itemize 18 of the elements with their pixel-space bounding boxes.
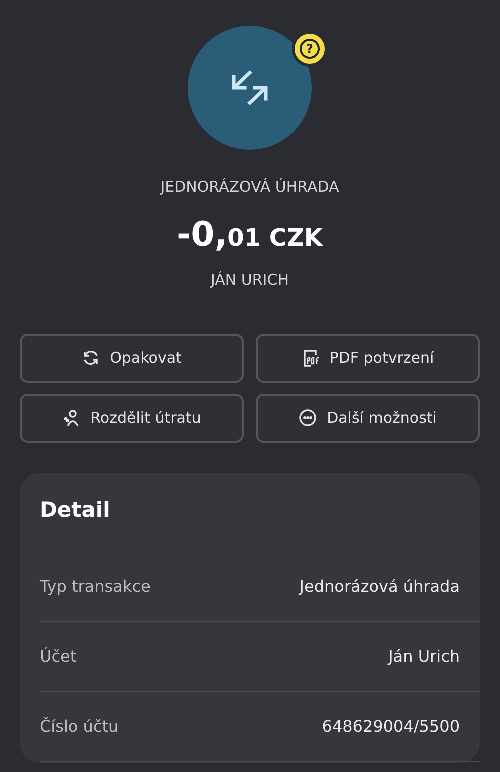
more-options-button[interactable]: Další možnosti <box>256 394 480 443</box>
split-expense-button[interactable]: Rozdělit útratu <box>20 394 244 443</box>
pdf-confirmation-button[interactable]: PDF potvrzení <box>256 334 480 383</box>
detail-title: Detail <box>40 496 112 524</box>
detail-label: Účet <box>40 646 77 668</box>
transfer-arrows-icon <box>230 70 270 106</box>
detail-value: 648629004/5500 <box>322 716 460 738</box>
detail-label: Typ transakce <box>40 576 151 598</box>
amount-text: -0,01 CZK <box>176 214 324 256</box>
help-badge[interactable]: ? <box>292 31 328 67</box>
repeat-button[interactable]: Opakovat <box>20 334 244 383</box>
more-options-icon <box>299 408 318 428</box>
detail-value: Ján Urich <box>388 646 460 668</box>
detail-label: Číslo účtu <box>40 716 119 738</box>
pdf-file-icon <box>302 348 321 368</box>
transaction-type: JEDNORÁZOVÁ ÚHRADA <box>159 177 340 198</box>
detail-value: Jednorázová úhrada <box>300 576 460 598</box>
counterparty-name: JÁN URICH <box>209 270 290 292</box>
